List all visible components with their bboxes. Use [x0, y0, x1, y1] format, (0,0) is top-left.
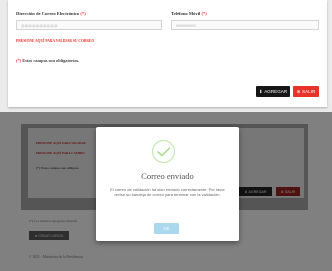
close-circle-icon: ⊗: [296, 88, 301, 94]
save-icon: ⬇: [258, 88, 263, 94]
phone-field-value: 9999999999: [176, 23, 196, 28]
exit-button[interactable]: ⊗ SALIR: [293, 86, 319, 97]
email-label: Dirección de Correo Electrónico (*): [16, 11, 86, 16]
required-note-text: Estos campos son obligatorios.: [22, 58, 80, 63]
form-card: Dirección de Correo Electrónico (*) @@@@…: [8, 0, 327, 107]
phone-field[interactable]: 9999999999: [171, 20, 319, 30]
phone-label: Teléfono Móvil (*): [171, 11, 207, 16]
ok-button[interactable]: OK: [154, 223, 179, 234]
add-button[interactable]: ⬇ AGREGAR: [256, 86, 290, 97]
required-note-mark: (*): [16, 58, 22, 63]
phone-required-mark: (*): [201, 11, 207, 16]
phone-label-text: Teléfono Móvil: [171, 11, 201, 16]
success-check-icon: [151, 139, 176, 164]
email-sent-modal: Correo enviado El correo de validación h…: [96, 127, 239, 241]
email-required-mark: (*): [80, 11, 86, 16]
modal-message: El correo de validación ha sido enviado …: [110, 187, 225, 198]
email-field-value: @@@@@@@@@@: [21, 23, 58, 28]
email-label-text: Dirección de Correo Electrónico: [16, 11, 80, 16]
email-field[interactable]: @@@@@@@@@@: [16, 20, 162, 30]
add-button-label: AGREGAR: [264, 89, 288, 94]
modal-title: Correo enviado: [141, 171, 194, 181]
validate-email-link[interactable]: PRESIONE AQUÍ PARA VALIDAR SU CORREO: [16, 39, 94, 43]
required-fields-note: (*) Estos campos son obligatorios.: [16, 58, 79, 63]
exit-button-label: SALIR: [302, 89, 316, 94]
